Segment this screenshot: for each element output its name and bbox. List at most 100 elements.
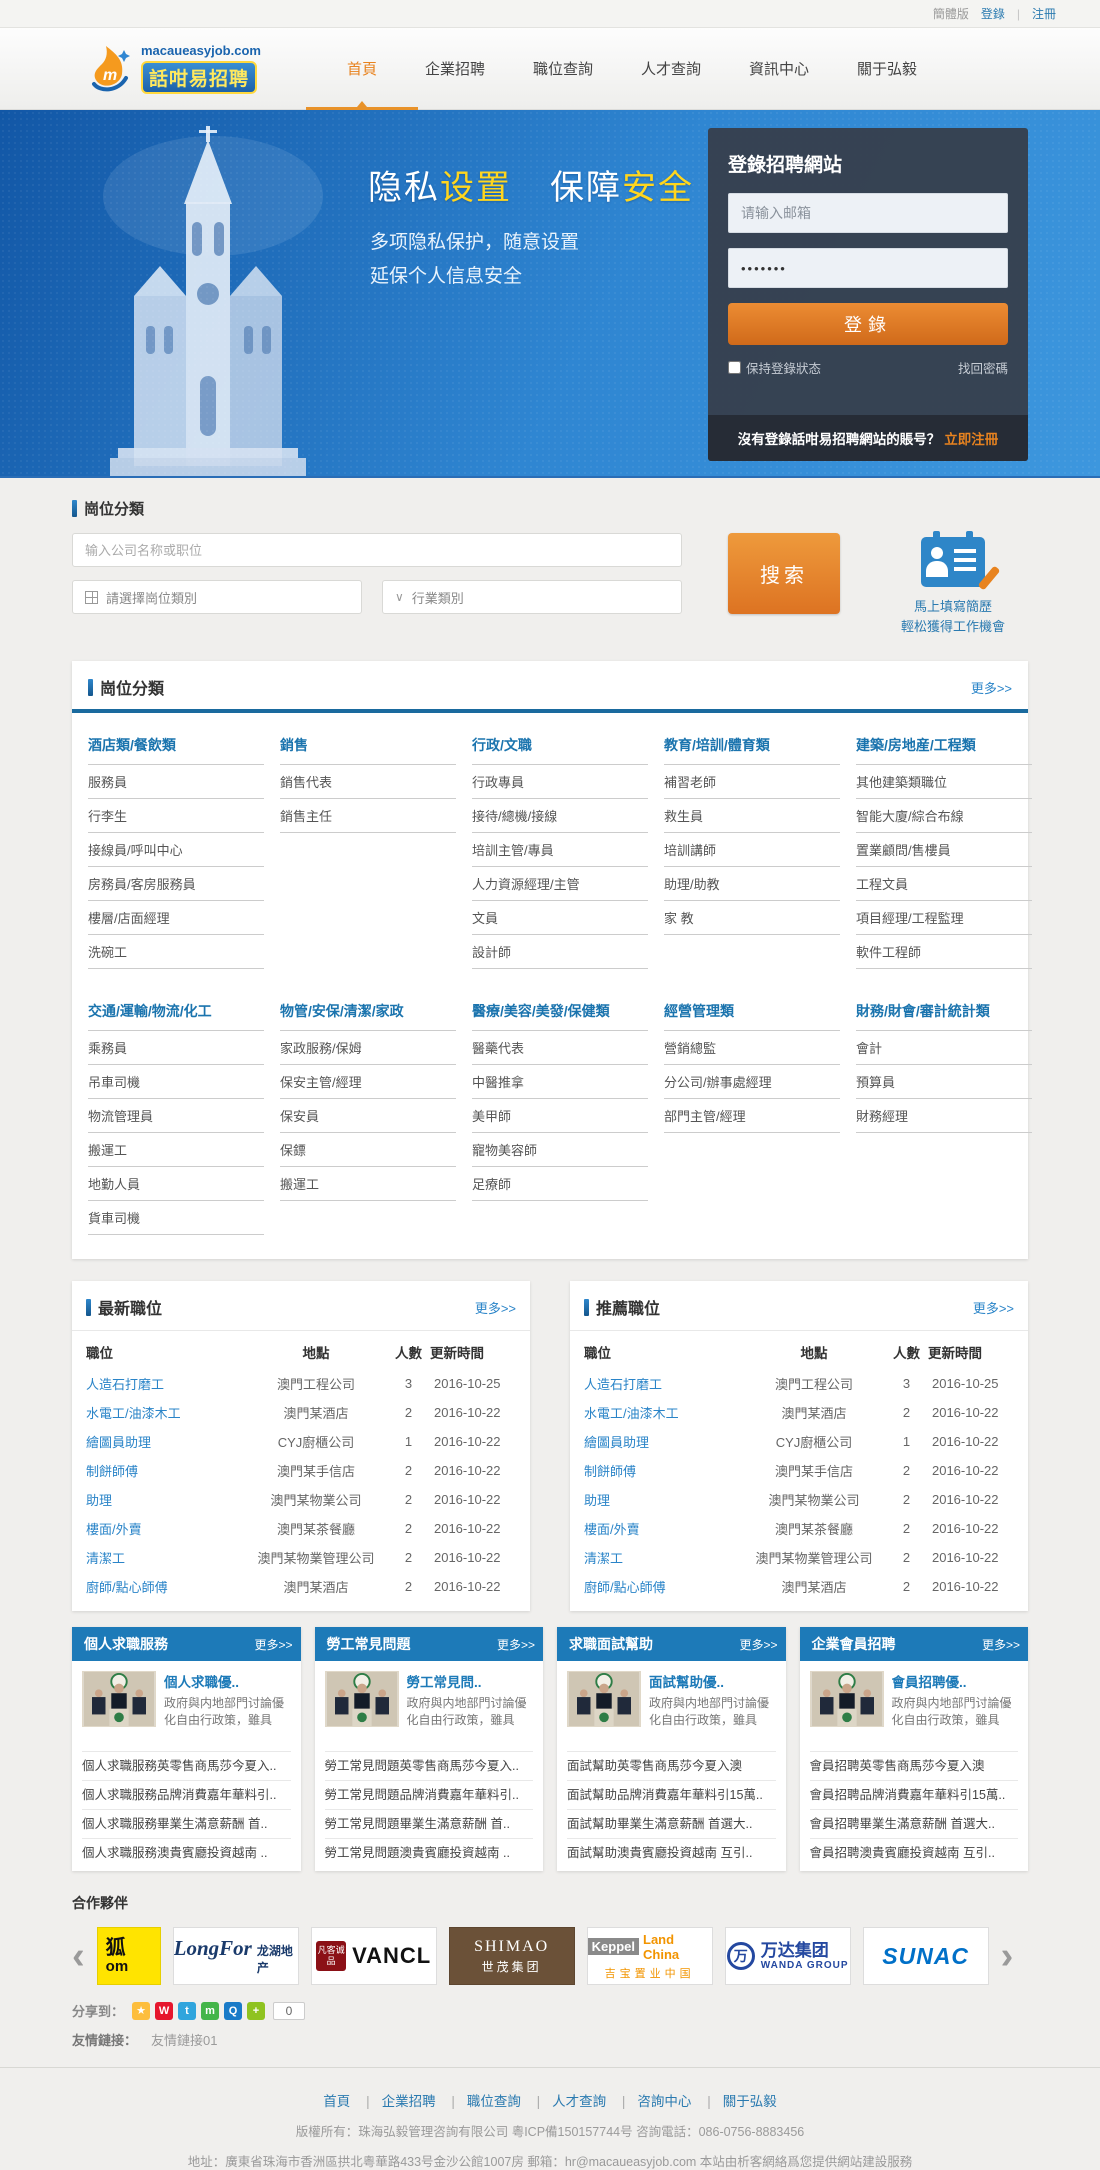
partner-logo-sohu[interactable]: 狐 om [97,1927,161,1985]
job-title-link[interactable]: 廚師/點心師傅 [86,1577,245,1596]
register-link[interactable]: 注冊 [1032,5,1056,22]
qq-icon[interactable]: Q [224,2002,242,2020]
category-item[interactable]: 救生員 [664,799,840,833]
footer-link[interactable]: 職位查詢 [439,2094,521,2109]
category-item[interactable]: 接線員/呼叫中心 [88,833,264,867]
news-item[interactable]: 個人求職服務畢業生滿意薪酬 首.. [82,1809,291,1838]
login-button[interactable]: 登錄 [728,303,1008,345]
category-item[interactable]: 物流管理員 [88,1099,264,1133]
category-item[interactable]: 服務員 [88,765,264,799]
category-item[interactable]: 分公司/辦事處經理 [664,1065,840,1099]
category-item[interactable]: 保安員 [280,1099,456,1133]
search-button[interactable]: 搜索 [728,533,840,614]
news-item[interactable]: 面試幫助品牌消費嘉年華料引15萬.. [567,1780,776,1809]
job-title-link[interactable]: 制餅師傅 [584,1461,743,1480]
category-item[interactable]: 預算員 [856,1065,1032,1099]
partner-logo-longfor[interactable]: LongFor 龙湖地产 [173,1927,299,1985]
register-now-link[interactable]: 立即注冊 [944,428,998,448]
nav-item[interactable]: 人才查詢 [617,28,725,110]
category-item[interactable]: 營銷總監 [664,1031,840,1065]
news-item[interactable]: 會員招聘品牌消費嘉年華料引15萬.. [810,1780,1019,1809]
job-title-link[interactable]: 水電工/油漆木工 [584,1403,743,1422]
category-item[interactable]: 其他建築類職位 [856,765,1032,799]
category-item[interactable]: 項目經理/工程監理 [856,901,1032,935]
news-item[interactable]: 勞工常見問題畢業生滿意薪酬 首.. [325,1809,534,1838]
category-item[interactable]: 銷售主任 [280,799,456,833]
job-title-link[interactable]: 樓面/外賣 [584,1519,743,1538]
job-title-link[interactable]: 清潔工 [584,1548,743,1567]
resume-promo[interactable]: 馬上填寫簡歷 輕松獲得工作機會 [878,533,1028,637]
category-item[interactable]: 貨車司機 [88,1201,264,1235]
category-item[interactable]: 家政服務/保姆 [280,1031,456,1065]
job-title-link[interactable]: 廚師/點心師傅 [584,1577,743,1596]
site-logo[interactable]: m macaueasyjob.com 話咁易招聘 [86,43,261,94]
category-item[interactable]: 美甲師 [472,1099,648,1133]
news-item[interactable]: 面試幫助英零售商馬莎今夏入澳 [567,1751,776,1780]
category-item[interactable]: 家 教 [664,901,840,935]
partner-logo-shimao[interactable]: SHIMAO 世茂集团 [449,1927,575,1985]
category-item[interactable]: 置業顧問/售樓員 [856,833,1032,867]
category-title[interactable]: 行政/文職 [472,729,648,765]
qzone-icon[interactable]: ★ [132,2002,150,2020]
weibo-icon[interactable]: W [155,2002,173,2020]
category-item[interactable]: 乘務員 [88,1031,264,1065]
footer-link[interactable]: 首頁 [323,2094,350,2109]
job-title-link[interactable]: 繪圖員助理 [584,1432,743,1451]
news-item[interactable]: 會員招聘英零售商馬莎今夏入澳 [810,1751,1019,1780]
news-item[interactable]: 個人求職服務澳貴賓廳投資越南 .. [82,1838,291,1867]
partner-logo-keppel[interactable]: Keppel Land China 吉宝置业中国 [587,1927,713,1985]
keyword-search-input[interactable] [72,533,682,567]
email-field[interactable] [728,193,1008,233]
category-item[interactable]: 保鏢 [280,1133,456,1167]
news-item[interactable]: 勞工常見問題品牌消費嘉年華料引.. [325,1780,534,1809]
job-title-link[interactable]: 助理 [86,1490,245,1509]
news-item[interactable]: 個人求職服務英零售商馬莎今夏入.. [82,1751,291,1780]
footer-link[interactable]: 咨詢中心 [610,2094,692,2109]
category-item[interactable]: 行李生 [88,799,264,833]
category-item[interactable]: 中醫推拿 [472,1065,648,1099]
featured-article[interactable]: 勞工常見問.. 政府與内地部門讨論優化自由行政策，雖具體.. [325,1671,534,1729]
nav-item[interactable]: 企業招聘 [401,28,509,110]
industry-select[interactable]: ∨ 行業類別 [382,580,682,614]
category-title[interactable]: 教育/培訓/體育類 [664,729,840,765]
keep-logged-in[interactable]: 保持登錄狀态 [728,358,821,377]
login-link[interactable]: 登錄 [981,5,1005,22]
featured-article[interactable]: 會員招聘優.. 政府與内地部門讨論優化自由行政策，雖具體.. [810,1671,1019,1729]
category-item[interactable]: 文員 [472,901,648,935]
category-item[interactable]: 軟件工程師 [856,935,1032,969]
news-item[interactable]: 勞工常見問題澳貴賓廳投資越南 .. [325,1838,534,1867]
category-title[interactable]: 財務/財會/審計統計類 [856,995,1032,1031]
category-item[interactable]: 智能大廈/綜合布線 [856,799,1032,833]
category-item[interactable]: 銷售代表 [280,765,456,799]
category-item[interactable]: 人力資源經理/主管 [472,867,648,901]
footer-link[interactable]: 企業招聘 [354,2094,436,2109]
job-title-link[interactable]: 人造石打磨工 [86,1374,245,1393]
carousel-prev-icon[interactable]: ‹ [72,1927,85,1985]
category-title[interactable]: 經營管理類 [664,995,840,1031]
panel-more-link[interactable]: 更多>> [739,1636,777,1653]
job-title-link[interactable]: 樓面/外賣 [86,1519,245,1538]
category-item[interactable]: 會計 [856,1031,1032,1065]
partner-logo-vancl[interactable]: 凡客诚品 VANCL [311,1927,437,1985]
more-share-icon[interactable]: + [247,2002,265,2020]
panel-more-link[interactable]: 更多>> [982,1636,1020,1653]
wechat-icon[interactable]: m [201,2002,219,2020]
category-item[interactable]: 培訓講師 [664,833,840,867]
job-title-link[interactable]: 制餅師傅 [86,1461,245,1480]
news-item[interactable]: 面試幫助澳貴賓廳投資越南 互引.. [567,1838,776,1867]
category-title[interactable]: 醫療/美容/美發/保健類 [472,995,648,1031]
nav-item[interactable]: 職位查詢 [509,28,617,110]
category-item[interactable]: 吊車司機 [88,1065,264,1099]
category-item[interactable]: 保安主管/經理 [280,1065,456,1099]
news-item[interactable]: 會員招聘畢業生滿意薪酬 首選大.. [810,1809,1019,1838]
category-item[interactable]: 房務員/客房服務員 [88,867,264,901]
footer-link[interactable]: 關于弘毅 [695,2094,777,2109]
job-category-select[interactable]: 請選擇崗位類別 [72,580,362,614]
news-item[interactable]: 勞工常見問題英零售商馬莎今夏入.. [325,1751,534,1780]
category-item[interactable]: 工程文員 [856,867,1032,901]
job-title-link[interactable]: 人造石打磨工 [584,1374,743,1393]
panel-more-link[interactable]: 更多>> [497,1636,535,1653]
category-item[interactable]: 足療師 [472,1167,648,1201]
carousel-next-icon[interactable]: › [1001,1927,1014,1985]
nav-item[interactable]: 關于弘毅 [833,28,941,110]
